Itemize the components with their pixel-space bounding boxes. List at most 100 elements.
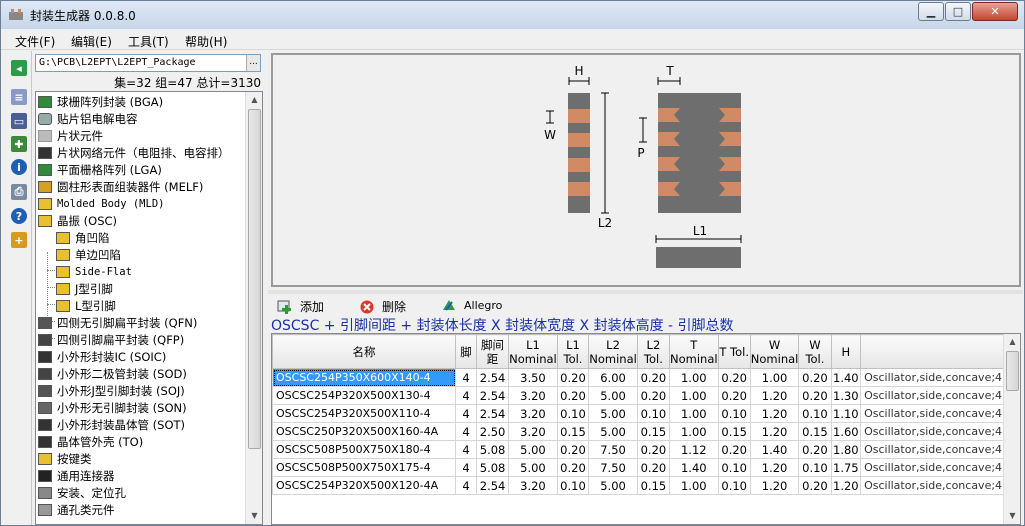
table-cell-description[interactable]: Oscillator,side,concave;4 pi	[860, 422, 1020, 441]
tree-item-capacitor[interactable]: 贴片铝电解电容	[38, 110, 138, 127]
table-cell[interactable]: 1.12	[669, 440, 719, 459]
table-row[interactable]: OSCSC508P500X750X180-4 4 5.08 5.00 0.20 7.50 0…	[272, 440, 1020, 459]
table-cell[interactable]: 5.00	[588, 422, 638, 441]
table-cell[interactable]: 0.20	[636, 440, 671, 459]
table-cell[interactable]: 4	[455, 386, 477, 405]
table-cell[interactable]: 0.20	[798, 386, 832, 405]
table-cell[interactable]: 4	[455, 440, 477, 459]
table-cell-description[interactable]: Oscillator,side,concave;4 pi	[860, 404, 1020, 423]
close-button[interactable]: ✕	[972, 2, 1018, 21]
table-cell[interactable]: 4	[455, 458, 477, 477]
table-cell[interactable]: 2.54	[475, 368, 510, 387]
scroll-up-icon[interactable]: ▲	[247, 92, 262, 108]
column-header[interactable]: H	[830, 334, 862, 369]
column-header[interactable]: T Nominal	[669, 334, 719, 369]
table-cell[interactable]: 1.00	[669, 476, 719, 495]
table-cell[interactable]: 3.20	[508, 476, 558, 495]
scroll-up-icon[interactable]: ▲	[1005, 334, 1020, 350]
table-cell[interactable]: 5.00	[508, 440, 558, 459]
scroll-down-icon[interactable]: ▼	[1005, 508, 1020, 524]
table-cell[interactable]: 2.54	[475, 386, 510, 405]
table-cell[interactable]: 3.20	[508, 422, 558, 441]
tree-item-osc-llead[interactable]: L型引脚	[56, 297, 116, 314]
tree-item-chip[interactable]: 片状元件	[38, 127, 103, 144]
table-cell[interactable]: 1.00	[669, 368, 719, 387]
maximize-button[interactable]: □	[945, 2, 971, 21]
table-cell-name[interactable]: OSCSC254P320X500X130-4	[272, 386, 457, 405]
table-cell[interactable]: 1.75	[830, 458, 862, 477]
table-cell[interactable]: 1.00	[669, 404, 719, 423]
print-icon[interactable]: ⎙	[11, 184, 27, 200]
table-cell[interactable]: 6.00	[588, 368, 638, 387]
column-header[interactable]: W Tol.	[798, 334, 832, 369]
minimize-button[interactable]: ▁	[918, 2, 944, 21]
table-cell[interactable]: 0.10	[717, 458, 751, 477]
table-cell-name[interactable]: OSCSC250P320X500X160-4A	[272, 422, 457, 441]
menu-help[interactable]: 帮助(H)	[185, 33, 227, 50]
table-cell[interactable]: 0.15	[636, 476, 671, 495]
table-cell-name[interactable]: OSCSC254P320X500X110-4	[272, 404, 457, 423]
column-header[interactable]: L1 Nominal	[508, 334, 558, 369]
package-tree[interactable]: 球栅阵列封装 (BGA) 贴片铝电解电容 片状元件 片状网络元件（电阻排、电容排…	[35, 91, 263, 525]
table-cell[interactable]: 4	[455, 476, 477, 495]
tree-item-connector[interactable]: 通用连接器	[38, 467, 115, 484]
tree-item-osc[interactable]: 晶振 (OSC)	[38, 212, 117, 229]
delete-button[interactable]: 删除	[359, 298, 406, 315]
panel-splitter[interactable]	[268, 290, 1023, 294]
column-header[interactable]: L2 Nominal	[588, 334, 638, 369]
table-cell-description[interactable]: Oscillator,side,concave;4 pi	[860, 458, 1020, 477]
tree-item-qfp[interactable]: 四侧引脚扁平封装 (QFP)	[38, 331, 184, 348]
tree-item-hole[interactable]: 安装、定位孔	[38, 484, 126, 501]
tree-item-sot[interactable]: 小外形封装晶体管 (SOT)	[38, 416, 185, 433]
table-cell[interactable]: 1.00	[669, 422, 719, 441]
column-header[interactable]: T Tol.	[717, 334, 751, 369]
table-cell[interactable]: 5.00	[588, 476, 638, 495]
tree-item-osc-sideflat[interactable]: Side-Flat	[56, 263, 132, 280]
column-header[interactable]: 脚间距	[475, 334, 510, 369]
table-cell-description[interactable]: Oscillator,side,concave;4 pi	[860, 368, 1020, 387]
table-cell[interactable]: 1.00	[669, 386, 719, 405]
table-cell[interactable]: 0.10	[798, 458, 832, 477]
table-cell[interactable]: 1.20	[749, 404, 800, 423]
tree-item-osc-corner[interactable]: 角凹陷	[56, 229, 110, 246]
table-cell[interactable]: 0.20	[556, 440, 590, 459]
table-cell[interactable]: 0.10	[556, 404, 590, 423]
table-cell[interactable]: 5.00	[588, 404, 638, 423]
package-table[interactable]: 名称脚脚间距 L1 Nominal L1 Tol. L2 Nominal L2 Tol.…	[271, 333, 1021, 525]
table-cell[interactable]: 1.20	[749, 422, 800, 441]
tree-item-to[interactable]: 晶体管外壳 (TO)	[38, 433, 143, 450]
table-cell[interactable]: 0.20	[556, 368, 590, 387]
scroll-thumb[interactable]	[248, 109, 261, 449]
table-cell[interactable]: 4	[455, 368, 477, 387]
column-header[interactable]: L1 Tol.	[556, 334, 590, 369]
table-cell[interactable]: 3.20	[508, 386, 558, 405]
scroll-thumb[interactable]	[1006, 351, 1019, 391]
table-cell[interactable]: 1.30	[830, 386, 862, 405]
tree-item-mld[interactable]: Molded Body (MLD)	[38, 195, 164, 212]
table-cell[interactable]: 1.10	[830, 404, 862, 423]
info-icon[interactable]: i	[11, 159, 27, 175]
allegro-button[interactable]: Allegro	[441, 298, 502, 312]
tree-item-network[interactable]: 片状网络元件（电阻排、电容排）	[38, 144, 230, 161]
table-cell[interactable]: 0.15	[717, 422, 751, 441]
table-cell[interactable]: 1.20	[749, 476, 800, 495]
tree-item-osc-jlead[interactable]: J型引脚	[56, 280, 113, 297]
title-bar[interactable]: 封装生成器 0.0.8.0 ▁ □ ✕	[1, 1, 1024, 29]
table-cell[interactable]: 0.20	[798, 368, 832, 387]
table-row[interactable]: OSCSC250P320X500X160-4A 4 2.50 3.20 0.15 5.00…	[272, 422, 1020, 441]
table-cell[interactable]: 2.50	[475, 422, 510, 441]
tree-item-osc-side[interactable]: 单边凹陷	[56, 246, 121, 263]
table-cell[interactable]: 0.20	[636, 458, 671, 477]
path-input[interactable]: G:\PCB\L2EPT\L2EPT_Package ...	[35, 54, 261, 72]
table-cell-name[interactable]: OSCSC254P320X500X120-4A	[272, 476, 457, 495]
table-cell[interactable]: 1.60	[830, 422, 862, 441]
table-cell[interactable]: 5.00	[588, 386, 638, 405]
column-header[interactable]: W Nominal	[749, 334, 800, 369]
menu-edit[interactable]: 编辑(E)	[71, 33, 112, 50]
table-cell[interactable]: 0.10	[636, 404, 671, 423]
table-cell-description[interactable]: Oscillator,side,concave;4 pi	[860, 440, 1020, 459]
table-cell[interactable]: 5.08	[475, 440, 510, 459]
table-cell-name[interactable]: OSCSC508P500X750X175-4	[272, 458, 457, 477]
table-cell[interactable]: 0.10	[717, 404, 751, 423]
table-row[interactable]: OSCSC254P320X500X130-4 4 2.54 3.20 0.20 5.00 0…	[272, 386, 1020, 405]
